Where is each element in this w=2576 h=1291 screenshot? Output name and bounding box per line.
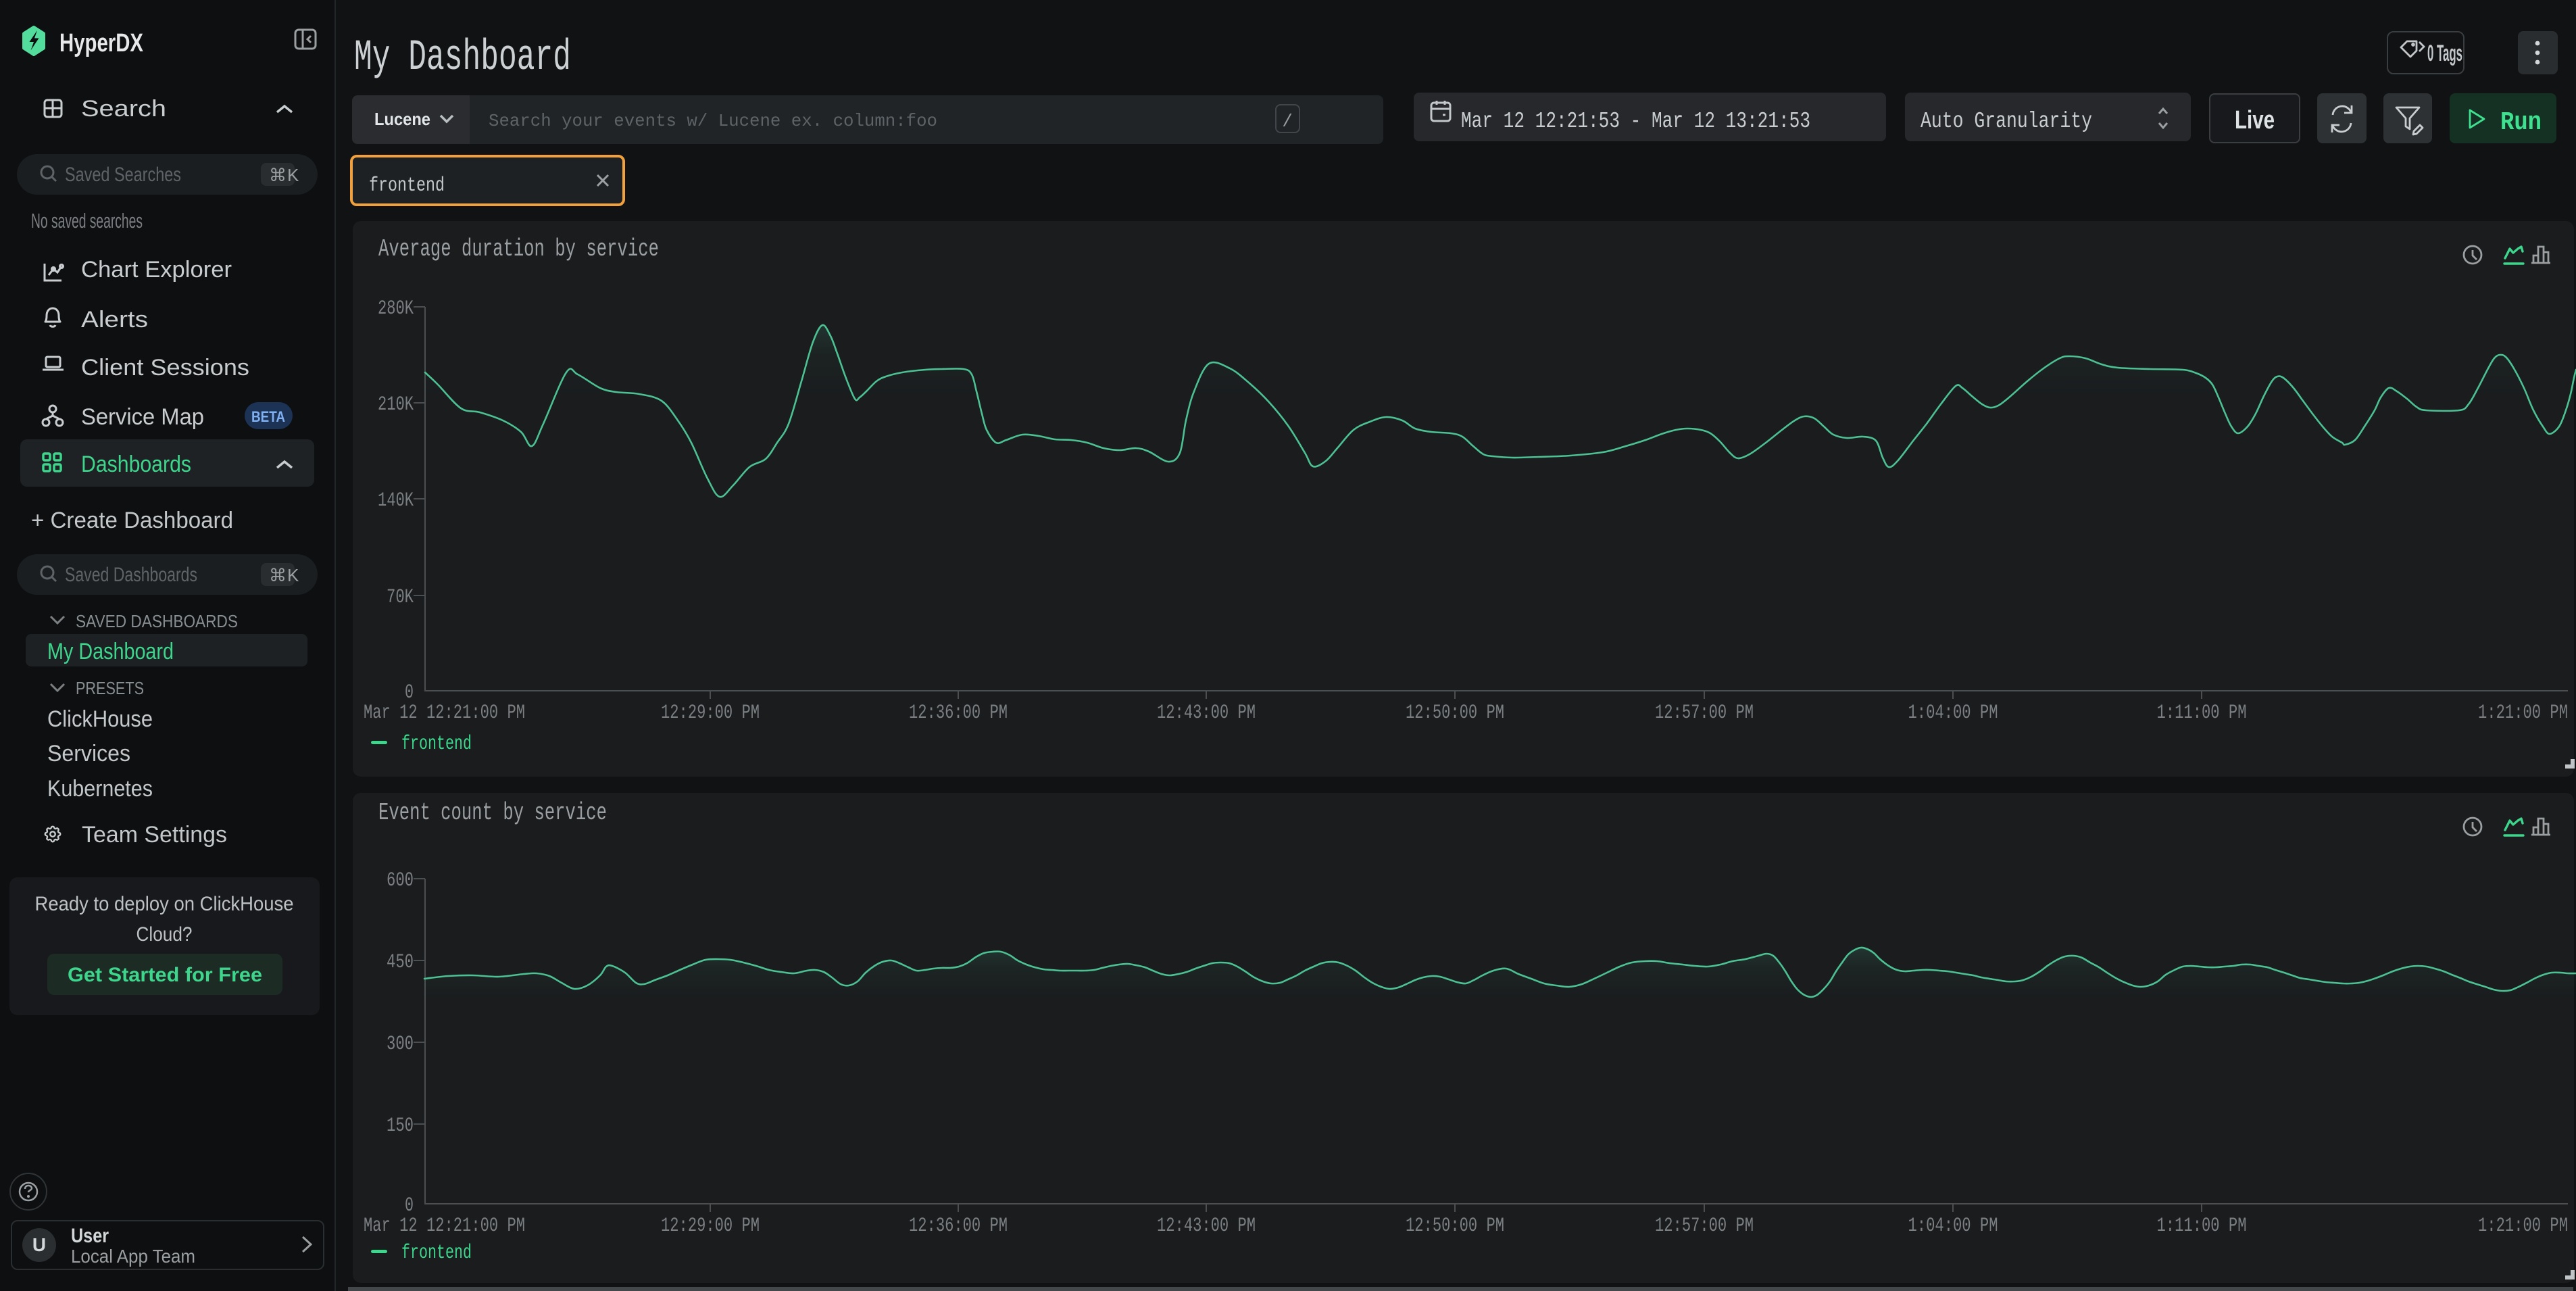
- svg-text:450: 450: [387, 951, 414, 974]
- svg-text:12:50:00 PM: 12:50:00 PM: [1406, 1215, 1504, 1238]
- svg-text:frontend: frontend: [401, 1242, 472, 1265]
- svg-text:My Dashboard: My Dashboard: [47, 639, 174, 664]
- svg-text:Saved Searches: Saved Searches: [65, 164, 181, 186]
- svg-text:12:57:00 PM: 12:57:00 PM: [1655, 702, 1754, 725]
- svg-text:Event count by service: Event count by service: [378, 799, 607, 827]
- svg-text:Client Sessions: Client Sessions: [81, 355, 249, 381]
- svg-text:Dashboards: Dashboards: [81, 452, 191, 477]
- svg-text:Auto Granularity: Auto Granularity: [1921, 109, 2092, 134]
- svg-text:PRESETS: PRESETS: [76, 678, 144, 698]
- svg-text:Average duration by service: Average duration by service: [378, 235, 659, 263]
- svg-text:⌘: ⌘: [269, 565, 287, 585]
- svg-text:0 Tags: 0 Tags: [2427, 41, 2462, 66]
- svg-text:Search your events w/ Lucene e: Search your events w/ Lucene ex. column:…: [489, 111, 937, 131]
- svg-text:Lucene: Lucene: [374, 109, 430, 129]
- svg-text:Mar 12 12:21:00 PM: Mar 12 12:21:00 PM: [364, 1215, 525, 1238]
- svg-text:SAVED DASHBOARDS: SAVED DASHBOARDS: [76, 611, 238, 631]
- svg-text:ClickHouse: ClickHouse: [47, 706, 153, 732]
- svg-text:Run: Run: [2500, 108, 2542, 137]
- svg-text:Services: Services: [47, 741, 130, 766]
- svg-text:Ready to deploy on ClickHouse: Ready to deploy on ClickHouse: [35, 893, 294, 915]
- svg-text:K: K: [287, 565, 299, 585]
- svg-text:Team Settings: Team Settings: [82, 822, 227, 848]
- svg-text:Alerts: Alerts: [81, 307, 148, 333]
- svg-text:Saved Dashboards: Saved Dashboards: [65, 564, 197, 586]
- svg-text:Local App Team: Local App Team: [71, 1246, 195, 1267]
- svg-text:12:43:00 PM: 12:43:00 PM: [1157, 1215, 1256, 1238]
- svg-text:12:29:00 PM: 12:29:00 PM: [661, 1215, 760, 1238]
- svg-text:12:36:00 PM: 12:36:00 PM: [909, 702, 1008, 725]
- svg-text:0: 0: [405, 1194, 414, 1217]
- svg-text:Service Map: Service Map: [81, 404, 204, 430]
- svg-text:Mar 12 12:21:00 PM: Mar 12 12:21:00 PM: [364, 702, 525, 725]
- svg-text:Search: Search: [81, 96, 166, 122]
- svg-text:+ Create Dashboard: + Create Dashboard: [31, 508, 233, 533]
- svg-text:12:43:00 PM: 12:43:00 PM: [1157, 702, 1256, 725]
- svg-text:No saved searches: No saved searches: [31, 209, 143, 233]
- svg-text:K: K: [287, 165, 299, 185]
- svg-text:My Dashboard: My Dashboard: [354, 34, 571, 82]
- svg-text:Cloud?: Cloud?: [137, 923, 193, 946]
- svg-text:1:21:00 PM: 1:21:00 PM: [2478, 702, 2568, 725]
- svg-text:1:04:00 PM: 1:04:00 PM: [1908, 702, 1998, 725]
- svg-text:Kubernetes: Kubernetes: [47, 776, 153, 802]
- svg-text:1:11:00 PM: 1:11:00 PM: [2157, 702, 2247, 725]
- svg-text:frontend: frontend: [401, 733, 472, 756]
- svg-text:12:36:00 PM: 12:36:00 PM: [909, 1215, 1008, 1238]
- svg-text:0: 0: [405, 681, 414, 704]
- svg-text:150: 150: [387, 1115, 414, 1138]
- svg-text:70K: 70K: [387, 586, 414, 609]
- svg-text:BETA: BETA: [251, 408, 285, 425]
- svg-text:280K: 280K: [378, 297, 414, 320]
- svg-text:300: 300: [387, 1033, 414, 1056]
- svg-text:210K: 210K: [378, 393, 414, 416]
- svg-text:12:50:00 PM: 12:50:00 PM: [1406, 702, 1504, 725]
- svg-text:frontend: frontend: [369, 174, 445, 197]
- svg-text:Live: Live: [2235, 106, 2275, 135]
- svg-text:Chart Explorer: Chart Explorer: [81, 257, 232, 283]
- svg-text:User: User: [71, 1225, 109, 1247]
- svg-text:600: 600: [387, 869, 414, 892]
- svg-text:/: /: [1282, 112, 1293, 132]
- svg-text:⌘: ⌘: [269, 165, 287, 185]
- svg-text:Mar 12 12:21:53 - Mar 12 13:21: Mar 12 12:21:53 - Mar 12 13:21:53: [1461, 109, 1810, 134]
- svg-text:1:04:00 PM: 1:04:00 PM: [1908, 1215, 1998, 1238]
- svg-text:12:29:00 PM: 12:29:00 PM: [661, 702, 760, 725]
- svg-text:1:11:00 PM: 1:11:00 PM: [2157, 1215, 2247, 1238]
- svg-text:140K: 140K: [378, 489, 414, 512]
- svg-text:1:21:00 PM: 1:21:00 PM: [2478, 1215, 2568, 1238]
- svg-text:Get Started for Free: Get Started for Free: [68, 964, 262, 986]
- svg-text:U: U: [32, 1234, 46, 1255]
- svg-text:12:57:00 PM: 12:57:00 PM: [1655, 1215, 1754, 1238]
- svg-text:HyperDX: HyperDX: [59, 29, 144, 57]
